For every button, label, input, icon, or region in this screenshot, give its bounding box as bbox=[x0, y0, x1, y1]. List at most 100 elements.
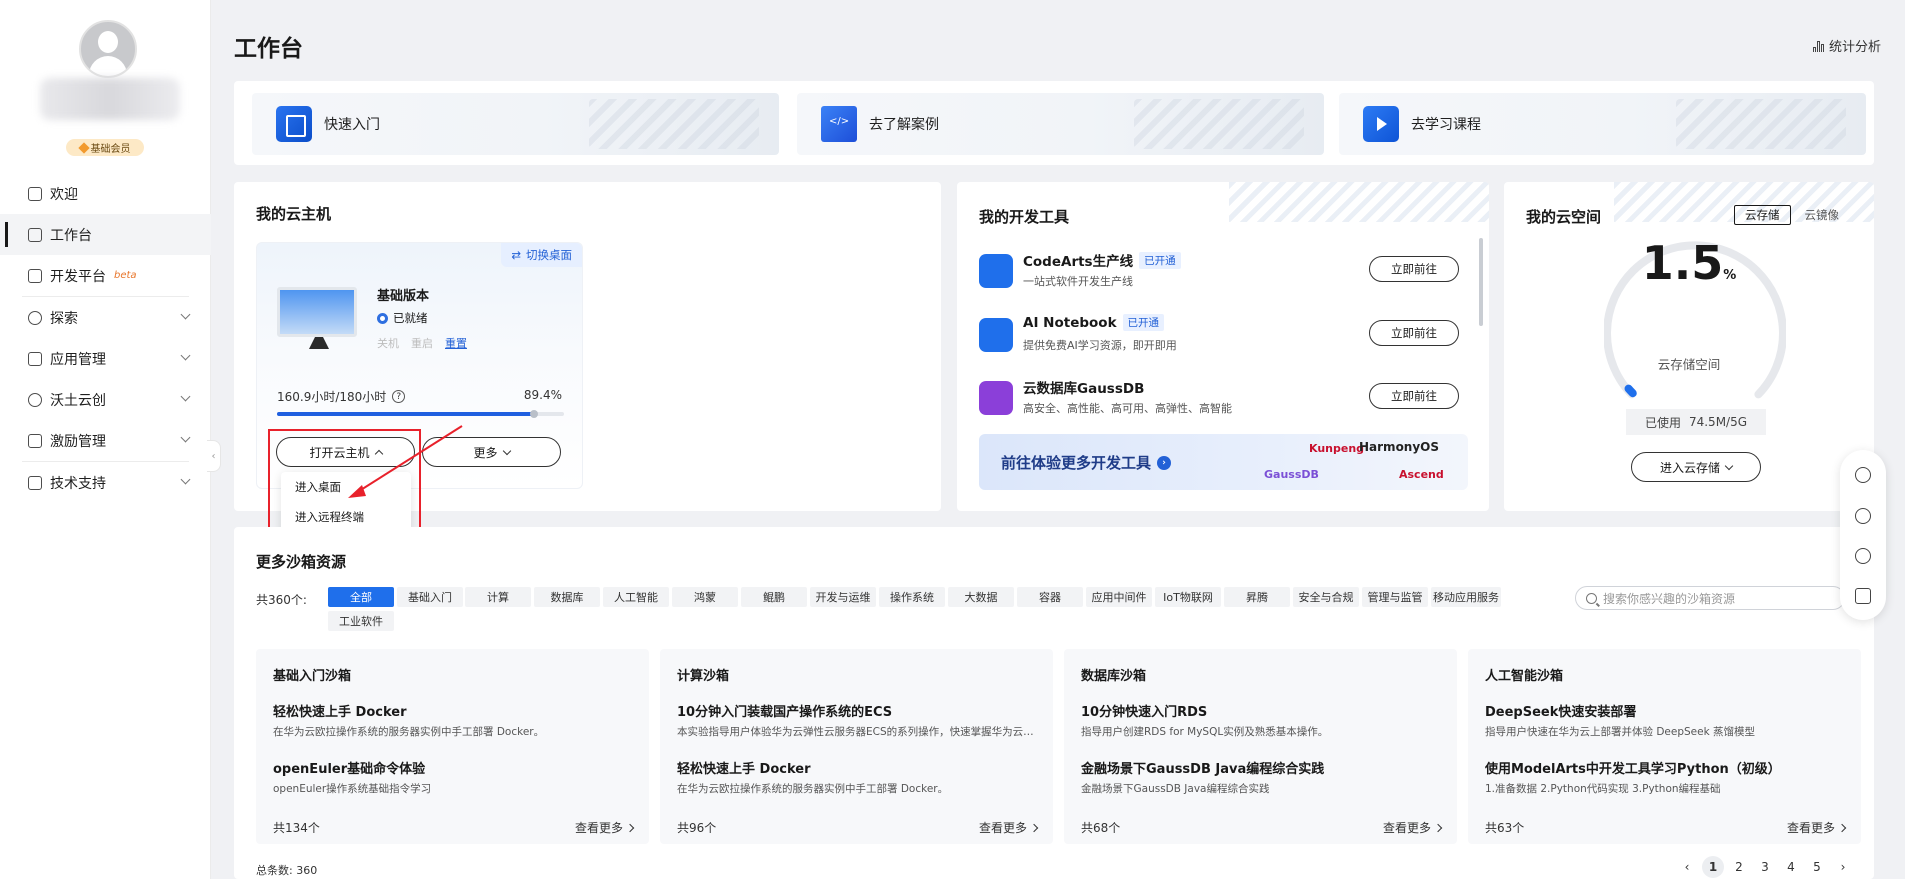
restart-button[interactable]: 重启 bbox=[411, 335, 433, 351]
sandbox-item[interactable]: 轻松快速上手 Docker bbox=[677, 758, 810, 777]
sandbox-item[interactable]: 轻松快速上手 Docker bbox=[273, 701, 406, 720]
view-more-link[interactable]: 查看更多 bbox=[1383, 819, 1443, 836]
category-chip[interactable]: 容器 bbox=[1017, 587, 1083, 607]
gift-icon bbox=[28, 433, 42, 448]
sidebar-item-workbench[interactable]: 工作台 bbox=[0, 214, 211, 255]
sandbox-item[interactable]: 金融场景下GaussDB Java编程综合实践 bbox=[1081, 758, 1324, 777]
stats-analysis-link[interactable]: 统计分析 bbox=[1813, 36, 1881, 55]
storage-label: 云存储空间 bbox=[1657, 357, 1721, 372]
switch-desktop-button[interactable]: ⇄ 切换桌面 bbox=[501, 243, 582, 267]
cases-card[interactable]: 去了解案例 bbox=[797, 93, 1324, 155]
avatar[interactable] bbox=[79, 20, 137, 78]
help-icon[interactable]: ? bbox=[392, 390, 406, 403]
sidebar-item-explore[interactable]: 探索 bbox=[0, 297, 211, 338]
category-chip[interactable]: 移动应用服务 bbox=[1431, 587, 1501, 607]
feedback-icon[interactable] bbox=[1855, 588, 1871, 604]
bar-chart-icon bbox=[1813, 40, 1824, 52]
more-tools-banner[interactable]: 前往体验更多开发工具 › Kunpeng HarmonyOS GaussDB As… bbox=[979, 434, 1468, 490]
sidebar-item-app-manage[interactable]: 应用管理 bbox=[0, 338, 211, 379]
sidebar-collapse-toggle[interactable]: ‹ bbox=[207, 440, 221, 472]
sandbox-item[interactable]: openEuler基础命令体验 bbox=[273, 758, 425, 777]
category-chip[interactable]: 鲲鹏 bbox=[741, 587, 807, 607]
tab-cloud-image[interactable]: 云镜像 bbox=[1795, 205, 1850, 225]
tool-row-gaussdb: 云数据库GaussDB 高安全、高性能、高可用、高弹性、高智能 立即前往 bbox=[979, 377, 1459, 425]
category-chip[interactable]: 基础入门 bbox=[397, 587, 463, 607]
shutdown-button[interactable]: 关机 bbox=[377, 335, 399, 351]
host-version: 基础版本 bbox=[377, 289, 430, 304]
storage-percent: 1.5% bbox=[1641, 236, 1737, 290]
enter-storage-button[interactable]: 进入云存储 bbox=[1631, 452, 1761, 482]
tab-cloud-storage[interactable]: 云存储 bbox=[1734, 205, 1791, 225]
category-chip[interactable]: 人工智能 bbox=[603, 587, 669, 607]
reset-button[interactable]: 重置 bbox=[445, 335, 467, 351]
sandbox-column-basic: 基础入门沙箱 轻松快速上手 Docker 在华为云欧拉操作系统的服务器实例中手工… bbox=[256, 649, 649, 844]
dev-tools-panel: 我的开发工具 CodeArts生产线 已开通 一站式软件开发生产线 立即前往 AI… bbox=[957, 182, 1489, 511]
monitor-icon bbox=[277, 287, 357, 337]
page-3[interactable]: 3 bbox=[1754, 856, 1776, 878]
sandbox-panel: 更多沙箱资源 共360个: 全部 基础入门 计算 数据库 人工智能 鸿蒙 鲲鹏 开发与运维 操作… bbox=[234, 527, 1874, 879]
page-2[interactable]: 2 bbox=[1728, 856, 1750, 878]
code-case-icon bbox=[821, 106, 857, 142]
smile-icon[interactable] bbox=[1855, 467, 1871, 483]
sandbox-item[interactable]: DeepSeek快速安装部署 bbox=[1485, 701, 1636, 720]
tool-row-ai-notebook: AI Notebook 已开通 提供免费AI学习资源，即开即用 立即前往 bbox=[979, 314, 1459, 362]
quick-entry-panel: 快速入门 去了解案例 去学习课程 bbox=[234, 81, 1874, 165]
page-1[interactable]: 1 bbox=[1702, 856, 1724, 878]
category-chip[interactable]: 操作系统 bbox=[879, 587, 945, 607]
quick-start-card[interactable]: 快速入门 bbox=[252, 93, 779, 155]
book-icon bbox=[276, 106, 312, 142]
chevron-right-icon bbox=[1433, 823, 1443, 832]
sandbox-item[interactable]: 10分钟快速入门RDS bbox=[1081, 701, 1207, 720]
goto-notebook-button[interactable]: 立即前往 bbox=[1369, 320, 1459, 346]
view-more-link[interactable]: 查看更多 bbox=[979, 819, 1039, 836]
category-chip[interactable]: 鸿蒙 bbox=[672, 587, 738, 607]
courses-card[interactable]: 去学习课程 bbox=[1339, 93, 1866, 155]
sandbox-item[interactable]: 使用ModelArts中开发工具学习Python（初级） bbox=[1485, 758, 1781, 777]
category-chip[interactable]: IoT物联网 bbox=[1155, 587, 1221, 607]
sandbox-search-input[interactable]: 搜索你感兴趣的沙箱资源 bbox=[1575, 586, 1845, 610]
tools-scrollbar[interactable] bbox=[1479, 238, 1483, 326]
category-chip[interactable]: 大数据 bbox=[948, 587, 1014, 607]
category-chip[interactable]: 开发与运维 bbox=[810, 587, 876, 607]
prev-page-button[interactable]: ‹ bbox=[1676, 856, 1698, 878]
category-chip[interactable]: 计算 bbox=[465, 587, 531, 607]
category-chip[interactable]: 应用中间件 bbox=[1086, 587, 1152, 607]
support-icon bbox=[28, 475, 42, 490]
view-more-link[interactable]: 查看更多 bbox=[575, 819, 635, 836]
category-chip[interactable]: 昇腾 bbox=[1224, 587, 1290, 607]
category-chip[interactable]: 安全与合规 bbox=[1293, 587, 1359, 607]
cloud-host-title: 我的云主机 bbox=[256, 205, 332, 223]
sidebar-item-incentive[interactable]: 激励管理 bbox=[0, 420, 211, 461]
chevron-down-icon bbox=[180, 391, 191, 402]
sandbox-total: 共360个: bbox=[256, 593, 307, 607]
goto-codearts-button[interactable]: 立即前往 bbox=[1369, 256, 1459, 282]
host-status: 已就绪 bbox=[377, 310, 428, 326]
sidebar-item-support[interactable]: 技术支持 bbox=[0, 462, 211, 503]
sidebar-item-cloud-create[interactable]: 沃土云创 bbox=[0, 379, 211, 420]
search-icon bbox=[1586, 592, 1597, 604]
floating-toolbar bbox=[1840, 450, 1886, 620]
gaussdb-logo: GaussDB bbox=[1264, 468, 1319, 481]
category-chip[interactable]: 数据库 bbox=[534, 587, 600, 607]
category-chip[interactable]: 工业软件 bbox=[328, 611, 394, 631]
phone-icon[interactable] bbox=[1855, 548, 1871, 564]
switch-icon: ⇄ bbox=[511, 248, 521, 262]
next-page-button[interactable]: › bbox=[1832, 856, 1854, 878]
page-5[interactable]: 5 bbox=[1806, 856, 1828, 878]
sidebar-item-welcome[interactable]: 欢迎 bbox=[0, 173, 211, 214]
goto-gaussdb-button[interactable]: 立即前往 bbox=[1369, 383, 1459, 409]
page-title: 工作台 bbox=[234, 36, 303, 62]
usage-progress-bar bbox=[277, 410, 564, 418]
sidebar-item-dev-platform[interactable]: 开发平台 beta bbox=[0, 255, 211, 296]
chevron-right-icon bbox=[625, 823, 635, 832]
view-more-link[interactable]: 查看更多 bbox=[1787, 819, 1847, 836]
chevron-down-icon bbox=[180, 474, 191, 485]
sandbox-item[interactable]: 10分钟入门装载国产操作系统的ECS bbox=[677, 701, 892, 720]
explore-icon bbox=[28, 310, 42, 325]
category-chip[interactable]: 全部 bbox=[328, 587, 394, 607]
usage-percent: 89.4% bbox=[523, 388, 562, 402]
category-chip[interactable]: 管理与监管 bbox=[1362, 587, 1428, 607]
share-icon[interactable] bbox=[1855, 508, 1871, 524]
page-4[interactable]: 4 bbox=[1780, 856, 1802, 878]
dev-platform-icon bbox=[28, 268, 42, 283]
